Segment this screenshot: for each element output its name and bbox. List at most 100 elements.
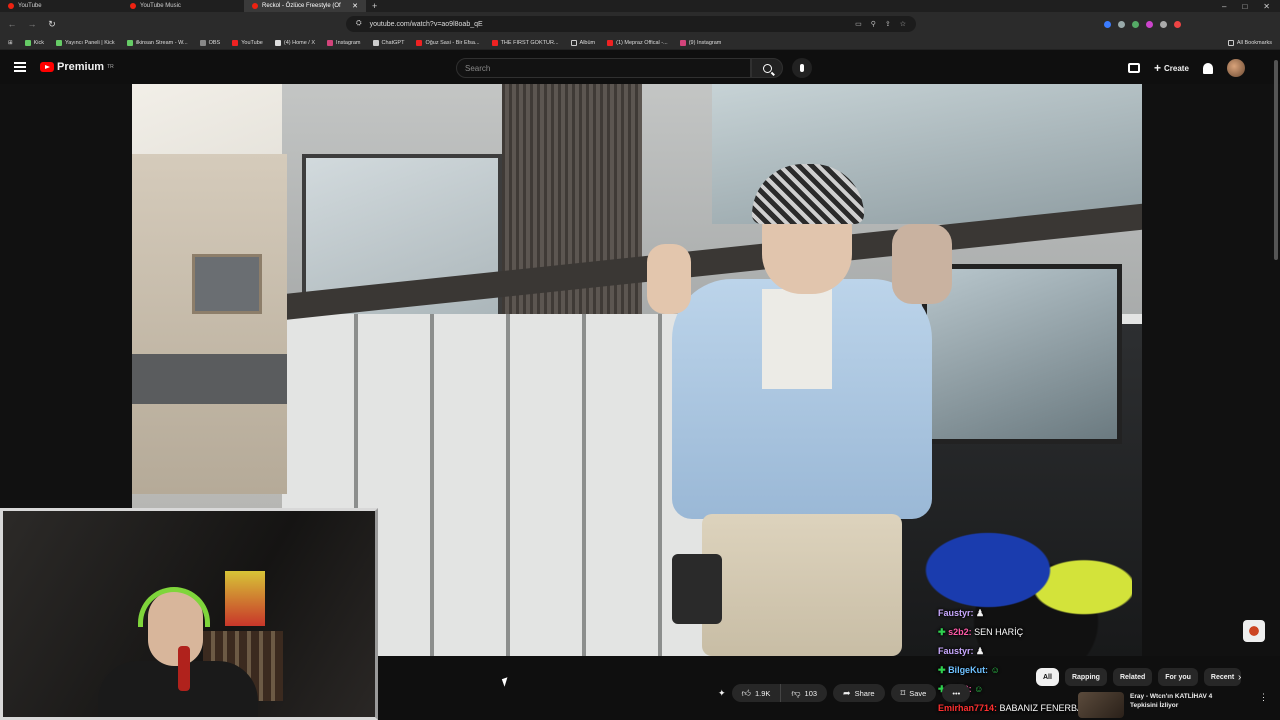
extension-icon[interactable]: [1104, 20, 1111, 28]
browser-tab[interactable]: YouTube Music: [122, 0, 244, 12]
chip-rapping[interactable]: Rapping: [1064, 668, 1107, 686]
recommended-video-title[interactable]: Eray - Wtcn'ın KATLİHAV 4 Tepkisini İzli…: [1130, 692, 1240, 718]
close-tab-icon[interactable]: ✕: [352, 2, 358, 10]
page-scrollbar[interactable]: [1274, 60, 1278, 260]
bookmark-item[interactable]: THE FIRST GOKTUR...: [491, 39, 559, 46]
extension-icon[interactable]: [1160, 20, 1167, 28]
hamburger-menu-icon[interactable]: [14, 62, 26, 72]
youtube-icon: [232, 39, 239, 46]
youtube-favicon-icon: [252, 3, 258, 9]
reload-icon[interactable]: ↻: [46, 19, 58, 30]
chat-message: ✚ s2b2: SEN HARİÇ: [938, 623, 1102, 642]
voice-search-button[interactable]: [792, 58, 812, 78]
plus-icon: +: [1154, 61, 1162, 75]
bookmark-item[interactable]: YouTube: [232, 39, 263, 46]
back-arrow-icon[interactable]: ←: [6, 19, 18, 29]
bookmark-item[interactable]: OBS: [199, 39, 220, 46]
share-arrow-icon: ➦: [843, 687, 851, 698]
performer-bandana: [752, 164, 864, 224]
search-icon: [762, 63, 772, 73]
bookmark-item[interactable]: Albüm: [570, 39, 596, 46]
bookmark-item[interactable]: (4) Home / X: [274, 39, 316, 46]
address-bar-row: ← → ↻ ⛭ youtube.com/watch?v=ao9l8oab_qE …: [0, 12, 1280, 36]
bookmark-item[interactable]: ilkinsan Stream - W...: [126, 39, 188, 46]
recommended-video[interactable]: Eray - Wtcn'ın KATLİHAV 4 Tepkisini İzli…: [1078, 692, 1268, 718]
chevron-right-icon[interactable]: ›: [1238, 672, 1241, 683]
zoom-icon[interactable]: ⚲: [871, 20, 876, 28]
bookmark-label: Instagram: [336, 39, 361, 46]
chat-username: Faustyr:: [938, 608, 974, 618]
mouse-cursor-icon: [501, 677, 511, 687]
save-label: Save: [909, 688, 927, 698]
forward-arrow-icon[interactable]: →: [26, 19, 38, 29]
bookmark-star-icon[interactable]: ☆: [900, 20, 906, 28]
browser-tab-active[interactable]: Reckol - Özlüce Freestyle (Of ✕: [244, 0, 366, 12]
maximize-icon[interactable]: □: [1242, 2, 1247, 11]
chip-related[interactable]: Related: [1112, 668, 1153, 686]
browser-tab[interactable]: YouTube: [0, 0, 122, 12]
chat-username: BilgeKut:: [948, 665, 989, 675]
apps-grid-icon[interactable]: ⊞: [8, 40, 13, 46]
bookmarks-bar: ⊞ Kick Yayıncı Paneli | Kick ilkinsan St…: [0, 36, 1280, 50]
youtube-premium-logo[interactable]: Premium TR: [40, 61, 114, 73]
emote-icon: ☺: [974, 684, 984, 694]
bookmark-item[interactable]: Kick: [24, 39, 44, 46]
bookmark-item[interactable]: Oğuz Sasi - Bir Efsa...: [416, 39, 480, 46]
like-button[interactable]: 👍︎ 1.9K: [731, 684, 782, 702]
site-info-icon[interactable]: ⛭: [356, 20, 362, 28]
search-input[interactable]: Search: [456, 58, 751, 78]
bookmark-label: THE FIRST GOKTUR...: [500, 39, 559, 46]
video-thumbnail[interactable]: [1078, 692, 1124, 718]
tab-label: YouTube Music: [140, 3, 181, 9]
browser-tab-strip: YouTube YouTube Music Reckol - Özlüce Fr…: [0, 0, 1280, 12]
chip-for-you[interactable]: For you: [1158, 668, 1198, 686]
all-bookmarks-button[interactable]: All Bookmarks: [1227, 39, 1272, 46]
youtube-music-favicon-icon: [130, 3, 136, 9]
chat-text: SEN HARİÇ: [974, 627, 1024, 637]
youtube-play-icon: [40, 62, 54, 72]
youtube-icon: [491, 39, 498, 46]
share-button[interactable]: ➦ Share: [833, 684, 885, 702]
bookmark-item[interactable]: (1) Mepraz Offical -...: [607, 39, 668, 46]
cast-icon[interactable]: [1128, 63, 1140, 73]
url-field[interactable]: ⛭ youtube.com/watch?v=ao9l8oab_qE ▭ ⚲ ⇪ …: [346, 16, 916, 32]
save-button[interactable]: ⌑ Save: [890, 684, 937, 702]
url-actions: ▭ ⚲ ⇪ ☆: [855, 20, 906, 28]
extensions-bar: [1104, 20, 1181, 28]
install-icon[interactable]: ▭: [855, 20, 862, 28]
clip-icon[interactable]: ✦: [718, 688, 726, 699]
kick-icon: [56, 39, 62, 46]
new-tab-button[interactable]: +: [366, 1, 383, 11]
chip-recent[interactable]: Recent: [1203, 668, 1242, 686]
create-button[interactable]: + Create: [1154, 61, 1189, 75]
chip-all[interactable]: All: [1036, 668, 1059, 686]
extension-icon[interactable]: [1146, 20, 1153, 28]
badge-icon: ✚: [938, 627, 946, 637]
dislike-button[interactable]: 👎︎ 103: [781, 684, 828, 702]
instagram-icon: [679, 39, 686, 46]
bookmark-label: Kick: [33, 39, 44, 46]
bookmark-item[interactable]: ChatGPT: [372, 39, 404, 46]
more-actions-button[interactable]: •••: [942, 684, 971, 702]
extension-icon[interactable]: [1132, 20, 1139, 28]
extension-icon[interactable]: [1118, 20, 1125, 28]
create-label: Create: [1164, 63, 1189, 73]
folder-icon: [570, 39, 577, 46]
bookmark-item[interactable]: Yayıncı Paneli | Kick: [56, 39, 115, 46]
more-vert-icon[interactable]: ⋮: [1259, 692, 1268, 718]
microphone-icon: [178, 646, 190, 691]
share-icon[interactable]: ⇪: [885, 20, 891, 28]
obs-icon: [199, 39, 206, 46]
bookmark-item[interactable]: Instagram: [327, 39, 361, 46]
bookmark-label: Albüm: [579, 39, 596, 46]
scene-window: [192, 254, 262, 314]
notifications-bell-icon[interactable]: [1202, 62, 1213, 74]
search-button[interactable]: [751, 58, 783, 78]
bookmark-item[interactable]: (9) Instagram: [679, 39, 721, 46]
close-window-icon[interactable]: ✕: [1263, 2, 1270, 11]
extension-icon[interactable]: [1174, 20, 1181, 28]
bookmark-label: (4) Home / X: [283, 39, 316, 46]
minimize-icon[interactable]: –: [1222, 2, 1226, 11]
thumbs-down-icon: 👎︎: [791, 687, 801, 698]
account-avatar[interactable]: [1226, 59, 1245, 77]
